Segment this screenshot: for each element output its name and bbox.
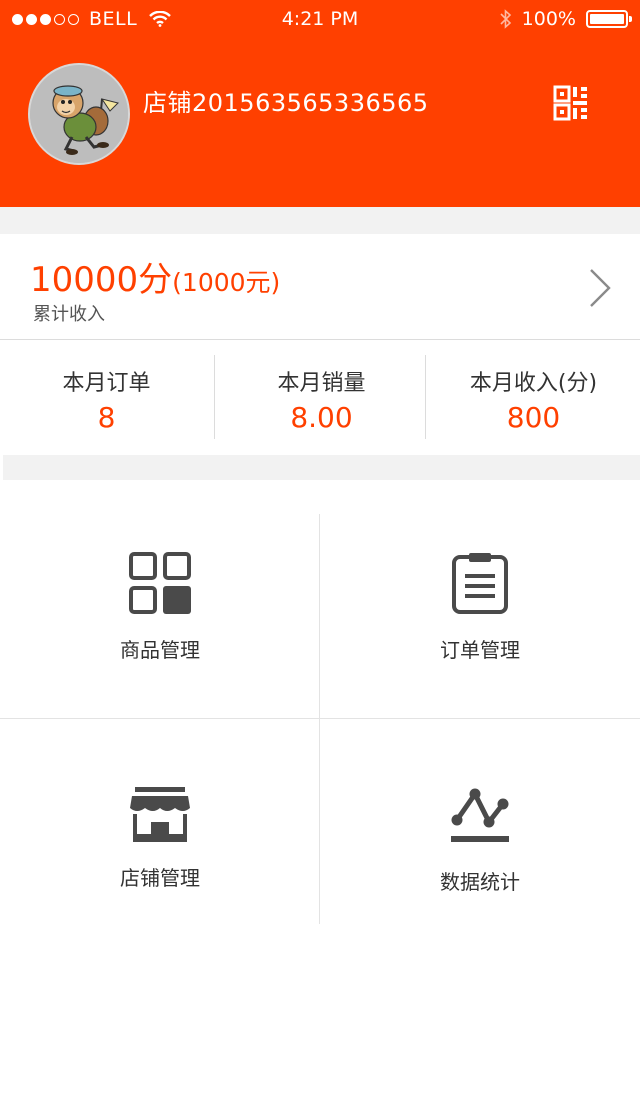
- header: BELL 4:21 PM 100% 店铺201563565336565: [0, 0, 640, 207]
- divider: [0, 718, 640, 719]
- menu-item-product-management[interactable]: 商品管理: [0, 552, 320, 663]
- stat-value: 8: [97, 401, 116, 434]
- shop-name: 店铺201563565336565: [143, 89, 429, 117]
- income-yuan: (1000元): [172, 268, 281, 297]
- total-income-amount: 10000分(1000元): [30, 252, 280, 301]
- section-gap: [3, 455, 640, 480]
- bluetooth-icon: [500, 9, 511, 29]
- menu-item-label: 订单管理: [440, 638, 520, 662]
- menu-item-label: 店铺管理: [120, 866, 200, 890]
- stat-label: 本月收入(分): [469, 371, 598, 396]
- total-income-label: 累计收入: [33, 304, 105, 325]
- menu-item-order-management[interactable]: 订单管理: [320, 552, 640, 663]
- monkey-avatar-icon: [30, 65, 128, 163]
- stat-monthly-sales[interactable]: 本月销量 8.00: [215, 355, 428, 439]
- menu-item-store-management[interactable]: 店铺管理: [0, 786, 320, 891]
- stat-value: 8.00: [290, 401, 353, 434]
- status-bar: BELL 4:21 PM 100%: [0, 0, 640, 40]
- menu-item-label: 商品管理: [120, 638, 200, 662]
- menu-item-data-statistics[interactable]: 数据统计: [320, 786, 640, 895]
- total-income-row[interactable]: 10000分(1000元) 累计收入: [0, 234, 640, 340]
- chevron-right-icon: [590, 269, 611, 307]
- store-icon: [130, 787, 190, 842]
- stat-label: 本月订单: [62, 371, 151, 396]
- monthly-stats: 本月订单 8 本月销量 8.00 本月收入(分) 800: [0, 341, 640, 455]
- stat-value: 800: [506, 401, 561, 434]
- stat-monthly-orders[interactable]: 本月订单 8: [0, 355, 213, 439]
- battery-percent: 100%: [521, 8, 576, 30]
- menu-item-label: 数据统计: [440, 870, 520, 894]
- clipboard-icon: [452, 553, 508, 614]
- avatar[interactable]: [28, 63, 130, 165]
- stat-monthly-income[interactable]: 本月收入(分) 800: [427, 355, 640, 439]
- management-menu: 商品管理 订单管理 店铺管理 数据统计: [0, 480, 640, 1114]
- section-gap: [0, 207, 640, 234]
- income-points: 10000分: [30, 260, 173, 300]
- divider: [425, 355, 426, 439]
- grid-icon: [129, 552, 191, 614]
- line-chart-icon: [451, 788, 509, 842]
- battery-icon: [586, 10, 632, 28]
- stat-label: 本月销量: [277, 371, 366, 396]
- qr-code-icon[interactable]: [552, 84, 590, 122]
